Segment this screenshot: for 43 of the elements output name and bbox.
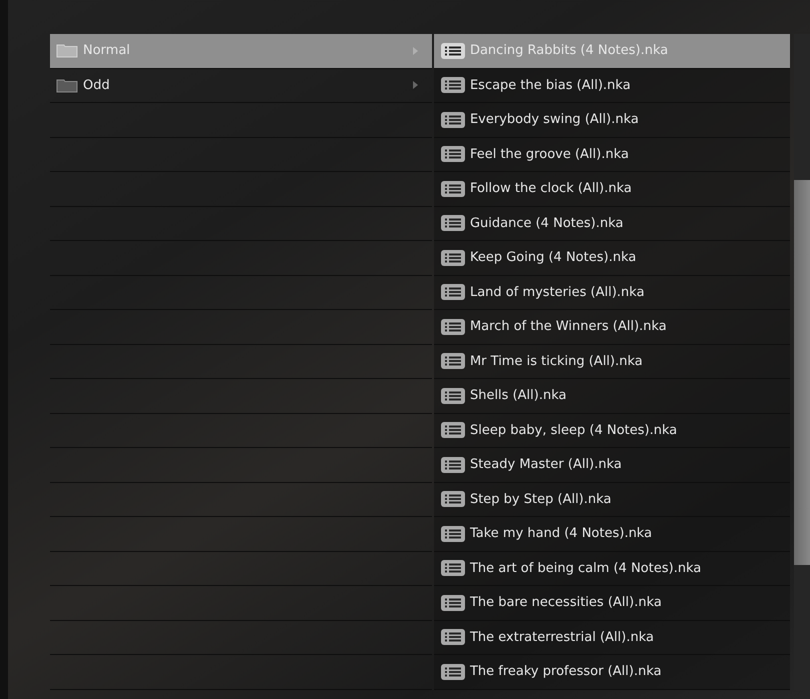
file-item[interactable]: Sleep baby, sleep (4 Notes).nka [434, 414, 790, 448]
file-item[interactable]: Land of mysteries (All).nka [434, 276, 790, 310]
list-icon [440, 180, 465, 197]
list-icon [440, 422, 465, 438]
scrollbar-thumb[interactable] [794, 180, 810, 565]
file-item[interactable]: Mr Time is ticking (All).nka [434, 344, 790, 379]
list-icon [440, 526, 465, 542]
list-icon [440, 250, 465, 266]
file-item[interactable]: Feel the groove (All).nka [434, 138, 790, 172]
list-icon [440, 77, 465, 94]
list-icon [440, 353, 465, 370]
list-icon [440, 491, 465, 508]
arrow-icon [412, 46, 418, 55]
list-icon [440, 284, 465, 300]
list-icon [440, 664, 465, 680]
file-item[interactable]: Escape the bias (All).nka [434, 68, 790, 103]
list-icon [440, 629, 465, 646]
file-item[interactable]: Keep Going (4 Notes).nka [434, 241, 790, 276]
file-item[interactable]: Follow the clock (All).nka [434, 172, 790, 206]
file-item[interactable]: Guidance (4 Notes).nka [434, 206, 790, 241]
folder-icon [56, 78, 78, 93]
folder-icon [56, 43, 78, 58]
list-icon [440, 112, 465, 128]
file-item[interactable]: Everybody swing (All).nka [434, 103, 790, 138]
file-item[interactable]: Steady Master (All).nka [434, 448, 790, 482]
list-icon [440, 215, 465, 232]
file-item[interactable]: Take my hand (4 Notes).nka [434, 517, 790, 552]
list-icon [440, 456, 465, 473]
file-item[interactable]: Step by Step (All).nka [434, 482, 790, 517]
folder-item[interactable]: Odd [50, 68, 432, 103]
list-icon [440, 146, 465, 162]
list-icon [440, 42, 465, 59]
arrow-icon [412, 81, 418, 90]
file-item[interactable]: The extraterrestrial (All).nka [434, 620, 790, 655]
list-icon [440, 560, 465, 576]
file-item[interactable]: March of the Winners (All).nka [434, 310, 790, 344]
list-icon [440, 388, 465, 404]
file-item[interactable]: Shells (All).nka [434, 379, 790, 414]
list-icon [440, 594, 465, 611]
file-item[interactable]: The bare necessities (All).nka [434, 586, 790, 620]
file-item[interactable]: The freaky professor (All).nka [434, 655, 790, 690]
file-item[interactable]: The art of being calm (4 Notes).nka [434, 552, 790, 586]
list-icon [440, 318, 465, 335]
